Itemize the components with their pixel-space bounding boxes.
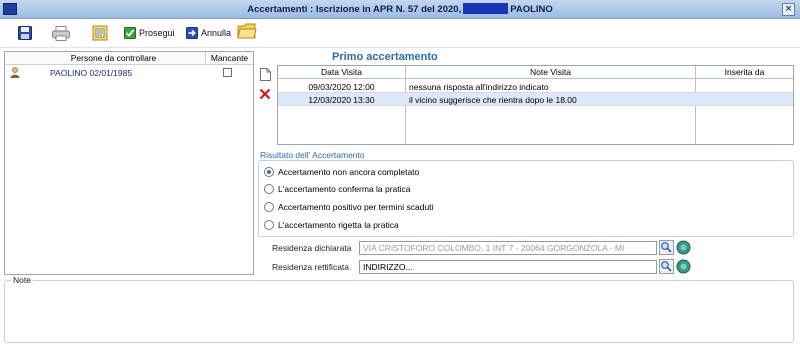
person-icon bbox=[10, 67, 20, 80]
col-date-header: Data Visita bbox=[321, 67, 362, 77]
annulla-button[interactable]: Annulla bbox=[186, 25, 231, 41]
radio-label: L'accertamento rigetta la pratica bbox=[278, 220, 399, 230]
radio-dot bbox=[264, 167, 274, 177]
radio-label: L'accertamento conferma la pratica bbox=[278, 184, 411, 194]
clipboard-icon bbox=[92, 25, 108, 41]
globe-icon[interactable] bbox=[676, 259, 691, 274]
radio-dot bbox=[264, 220, 274, 230]
radio-label: Accertamento positivo per termini scadut… bbox=[278, 202, 434, 212]
window-title: Accertamenti : Iscrizione in APR N. 57 d… bbox=[0, 3, 800, 15]
col-person-header: Persone da controllare bbox=[70, 53, 157, 63]
persons-panel: Persone da controllare Mancante PAOLINO … bbox=[4, 51, 254, 275]
annulla-label: Annulla bbox=[201, 28, 232, 38]
save-button[interactable] bbox=[18, 25, 32, 41]
search-icon[interactable] bbox=[659, 259, 674, 274]
person-name: PAOLINO 02/01/1985 bbox=[50, 68, 133, 78]
folder-button[interactable] bbox=[237, 23, 257, 39]
radio-label: Accertamento non ancora completato bbox=[278, 167, 420, 177]
result-group-label: Risultato dell' Accertamento bbox=[260, 150, 365, 160]
person-row[interactable]: PAOLINO 02/01/1985 bbox=[5, 66, 253, 80]
visits-table: Data Visita Note Visita Inserita da 09/0… bbox=[277, 65, 794, 145]
persons-header: Persone da controllare Mancante bbox=[5, 52, 253, 65]
visit-date: 12/03/2020 13:30 bbox=[308, 95, 375, 105]
prosegui-button[interactable]: Prosegui bbox=[124, 25, 175, 41]
radio-dot bbox=[264, 184, 274, 194]
delete-icon[interactable] bbox=[259, 88, 271, 100]
radio-not-completed[interactable]: Accertamento non ancora completato bbox=[264, 167, 419, 177]
exit-arrow-icon bbox=[186, 27, 198, 39]
corrected-residence-field[interactable]: INDIRIZZO... bbox=[359, 260, 657, 274]
notes-label: Note bbox=[11, 275, 33, 285]
table-row[interactable]: 12/03/2020 13:30 il vicino suggerisce ch… bbox=[278, 93, 793, 106]
folder-icon bbox=[237, 23, 257, 39]
globe-icon[interactable] bbox=[676, 240, 691, 255]
visit-notes: il vicino suggerisce che rientra dopo le… bbox=[409, 95, 577, 105]
redacted-block bbox=[463, 3, 509, 14]
print-button[interactable] bbox=[52, 25, 70, 41]
close-button[interactable]: × bbox=[782, 3, 795, 16]
title-bar: Accertamenti : Iscrizione in APR N. 57 d… bbox=[0, 0, 800, 19]
visit-notes: nessuna risposta all'indirizzo indicato bbox=[409, 82, 549, 92]
window-title-name: PAOLINO bbox=[510, 4, 553, 15]
floppy-disk-icon bbox=[18, 26, 32, 40]
col-inserted-header: Inserita da bbox=[724, 67, 765, 77]
section-title: Primo accertamento bbox=[332, 51, 438, 63]
prosegui-label: Prosegui bbox=[139, 28, 175, 38]
new-document-icon[interactable] bbox=[260, 68, 271, 81]
radio-dot bbox=[264, 202, 274, 212]
visit-date: 09/03/2020 12:00 bbox=[308, 82, 375, 92]
check-icon bbox=[124, 27, 136, 39]
visits-header: Data Visita Note Visita Inserita da bbox=[278, 66, 793, 79]
radio-positive-expired[interactable]: Accertamento positivo per termini scadut… bbox=[264, 202, 433, 212]
toolbar: Prosegui Annulla bbox=[0, 19, 800, 48]
col-missing-header: Mancante bbox=[205, 52, 253, 64]
declared-residence-label: Residenza dichiarata bbox=[272, 243, 352, 253]
radio-confirms[interactable]: L'accertamento conferma la pratica bbox=[264, 184, 411, 194]
declared-residence-field[interactable]: VIA CRISTOFORO COLOMBO, 1 INT 7 - 20064 … bbox=[359, 241, 657, 255]
search-icon[interactable] bbox=[659, 240, 674, 255]
corrected-residence-label: Residenza rettificata bbox=[272, 262, 350, 272]
clipboard-button[interactable] bbox=[92, 25, 108, 41]
radio-rejects[interactable]: L'accertamento rigetta la pratica bbox=[264, 220, 399, 230]
notes-group[interactable]: Note bbox=[4, 275, 794, 343]
printer-icon bbox=[52, 25, 70, 41]
table-row[interactable]: 09/03/2020 12:00 nessuna risposta all'in… bbox=[278, 80, 793, 93]
missing-checkbox[interactable] bbox=[223, 68, 232, 77]
col-notes-header: Note Visita bbox=[530, 67, 571, 77]
window-title-text: Accertamenti : Iscrizione in APR N. 57 d… bbox=[247, 4, 462, 15]
